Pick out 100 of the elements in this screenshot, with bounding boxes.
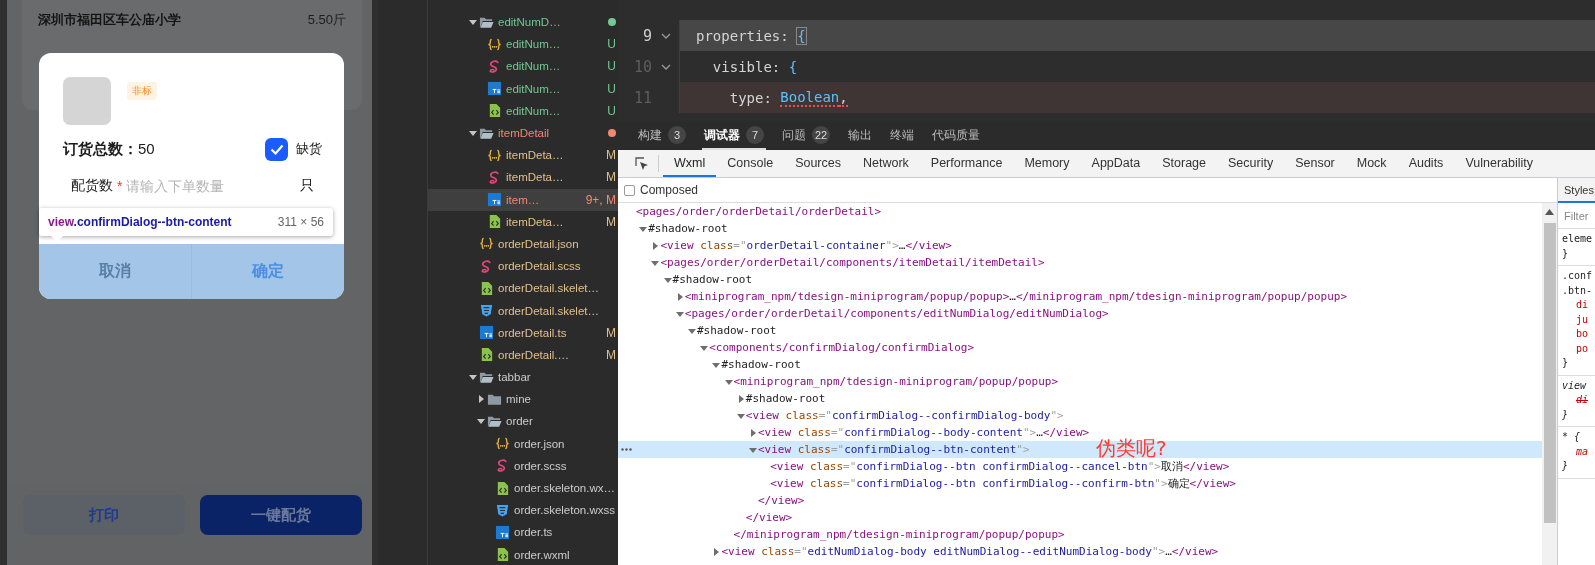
dom-node[interactable]: <miniprogram_npm/tdesign-miniprogram/popup/popup>…</miniprogram_npm/tdesign-miniprogram/popup/popup> xyxy=(618,288,1542,305)
file-item[interactable]: order.skeleton.wx… xyxy=(379,476,618,500)
file-item[interactable]: order.wxml xyxy=(379,543,618,565)
count-badge: 7 xyxy=(746,126,764,144)
checkbox-label: Composed xyxy=(640,183,699,197)
caret-icon[interactable] xyxy=(749,428,757,437)
caret-icon[interactable] xyxy=(477,417,485,426)
caret-icon[interactable] xyxy=(700,343,709,352)
dom-node[interactable]: #shadow-root xyxy=(618,322,1542,339)
dom-node[interactable]: <components/confirmDialog/confirmDialog> xyxy=(618,339,1542,356)
devtools-tab[interactable]: Audits xyxy=(1397,150,1455,177)
file-item[interactable]: order.json xyxy=(379,432,618,455)
devtools-tab[interactable]: AppData xyxy=(1080,150,1152,177)
css-property: po xyxy=(1575,341,1590,356)
caret-icon[interactable] xyxy=(688,326,696,335)
dom-node[interactable]: <view class="confirmDialog--confirmDialog-body"> xyxy=(618,407,1542,424)
file-item[interactable]: editNum… U xyxy=(379,99,618,122)
panel-tab[interactable]: 构建 3 xyxy=(636,122,688,150)
devtools-tab[interactable]: Console xyxy=(716,150,785,177)
file-item[interactable]: order.ts xyxy=(379,521,618,544)
caret-icon[interactable] xyxy=(469,129,477,138)
devtools-tab[interactable]: Wxml xyxy=(663,150,717,177)
devtools-tab[interactable]: Sources xyxy=(784,150,852,177)
scrollbar[interactable] xyxy=(1542,203,1557,565)
folder-item[interactable]: tabbar xyxy=(379,366,618,389)
caret-icon[interactable] xyxy=(712,360,721,369)
caret-icon[interactable] xyxy=(477,395,485,404)
file-item[interactable]: itemDeta… M xyxy=(379,210,618,233)
caret-icon[interactable] xyxy=(724,377,733,386)
dom-node[interactable]: <view class="editNumDialog-body editNumDialog--editNumDialog-body">…</view> xyxy=(618,543,1542,560)
dom-node[interactable]: #shadow-root xyxy=(618,271,1542,288)
code-file-icon xyxy=(487,214,502,230)
caret-icon[interactable] xyxy=(712,547,721,556)
devtools-tab[interactable]: Performance xyxy=(919,150,1014,177)
file-item[interactable]: order.scss xyxy=(379,454,618,477)
braces-icon xyxy=(495,436,510,452)
devtools-tab[interactable]: Security xyxy=(1217,150,1285,177)
more-icon[interactable] xyxy=(621,448,632,451)
devtools-tab[interactable]: Network xyxy=(852,150,920,177)
dom-node[interactable]: <view class="confirmDialog--btn confirmDialog--cancel-btn">取消</view> xyxy=(618,458,1542,475)
quantity-field[interactable]: 请输入下单数量 xyxy=(126,178,296,194)
file-item[interactable]: orderDetail.skelet… xyxy=(379,299,618,322)
devtools-tab[interactable]: Storage xyxy=(1151,150,1217,177)
folder-item[interactable]: order xyxy=(379,410,618,433)
dom-node[interactable]: <view class="orderDetail-container">…</view> xyxy=(618,237,1542,254)
closing-tag-line[interactable]: </view> xyxy=(618,509,1542,526)
dom-node[interactable]: <pages/order/orderDetail/components/itemDetail/itemDetail> xyxy=(618,254,1542,271)
devtools-tab[interactable]: Mock xyxy=(1345,150,1398,177)
file-item[interactable]: orderDetail.ts M xyxy=(379,321,618,344)
devtools-tab[interactable]: Vulnerability xyxy=(1454,150,1544,177)
composed-checkbox[interactable] xyxy=(624,184,635,196)
caret-icon[interactable] xyxy=(651,241,660,250)
caret-icon[interactable] xyxy=(675,309,684,318)
file-item[interactable]: itemDeta… M xyxy=(379,144,618,167)
caret-icon[interactable] xyxy=(749,445,757,454)
file-item[interactable]: itemDeta… M xyxy=(379,166,618,189)
shortage-checkbox[interactable] xyxy=(265,137,288,161)
caret-icon[interactable] xyxy=(675,292,684,301)
file-item[interactable]: orderDetail.… M xyxy=(379,343,618,366)
file-item[interactable]: editNum… U xyxy=(379,33,618,56)
styles-tab[interactable]: Styles xyxy=(1558,178,1595,203)
scroll-up-icon[interactable] xyxy=(1545,209,1554,215)
panel-tab[interactable]: 问题 22 xyxy=(780,122,833,150)
panel-tab[interactable]: 终端 xyxy=(888,122,917,150)
caret-icon[interactable] xyxy=(639,224,648,233)
stripes-icon xyxy=(495,502,510,518)
file-item[interactable]: orderDetail.json xyxy=(379,232,618,256)
panel-tab[interactable]: 代码质量 xyxy=(930,122,983,150)
dom-node[interactable]: #shadow-root xyxy=(618,220,1542,237)
closing-tag-line[interactable]: </view> xyxy=(618,492,1542,509)
caret-icon[interactable] xyxy=(663,275,672,284)
tag: 非标 xyxy=(127,82,157,100)
git-status-label: U xyxy=(607,59,616,74)
caret-icon[interactable] xyxy=(651,258,660,267)
folder-item[interactable]: editNumD… xyxy=(379,11,618,34)
folder-item[interactable]: mine xyxy=(379,388,618,411)
devtools-tab[interactable]: Memory xyxy=(1013,150,1081,177)
file-item[interactable]: orderDetail.scss xyxy=(379,255,618,278)
check-icon xyxy=(269,143,284,155)
devtools-tab[interactable]: Sensor xyxy=(1284,150,1346,177)
dom-node[interactable]: <pages/order/orderDetail/components/editNumDialog/editNumDialog> xyxy=(618,305,1542,322)
dom-node[interactable]: #shadow-root xyxy=(618,356,1542,373)
file-item[interactable]: orderDetail.skelet… xyxy=(379,277,618,300)
closing-tag-line[interactable]: </miniprogram_npm/tdesign-miniprogram/popup/popup> xyxy=(618,526,1542,543)
caret-icon[interactable] xyxy=(736,394,745,403)
caret-icon[interactable] xyxy=(469,373,477,382)
file-item[interactable]: editNum… U xyxy=(379,77,618,100)
folder-item[interactable]: itemDetail xyxy=(379,121,618,145)
chevron-icon[interactable] xyxy=(660,63,671,70)
file-item[interactable]: order.skeleton.wxss xyxy=(379,499,618,522)
caret-icon[interactable] xyxy=(469,18,477,27)
dom-node[interactable]: <miniprogram_npm/tdesign-miniprogram/popup/popup> xyxy=(618,373,1542,390)
dom-node[interactable]: <pages/order/orderDetail/orderDetail> xyxy=(618,203,1542,220)
file-item[interactable]: editNum… U xyxy=(379,55,618,78)
file-item[interactable]: item… 9+, M xyxy=(428,188,618,211)
dom-node[interactable]: <view class="confirmDialog--btn confirmDialog--confirm-btn">确定</view> xyxy=(618,475,1542,492)
panel-tab[interactable]: 输出 xyxy=(846,122,875,150)
caret-icon[interactable] xyxy=(736,411,745,420)
chevron-icon[interactable] xyxy=(660,32,671,39)
dom-node[interactable]: #shadow-root xyxy=(618,390,1542,407)
